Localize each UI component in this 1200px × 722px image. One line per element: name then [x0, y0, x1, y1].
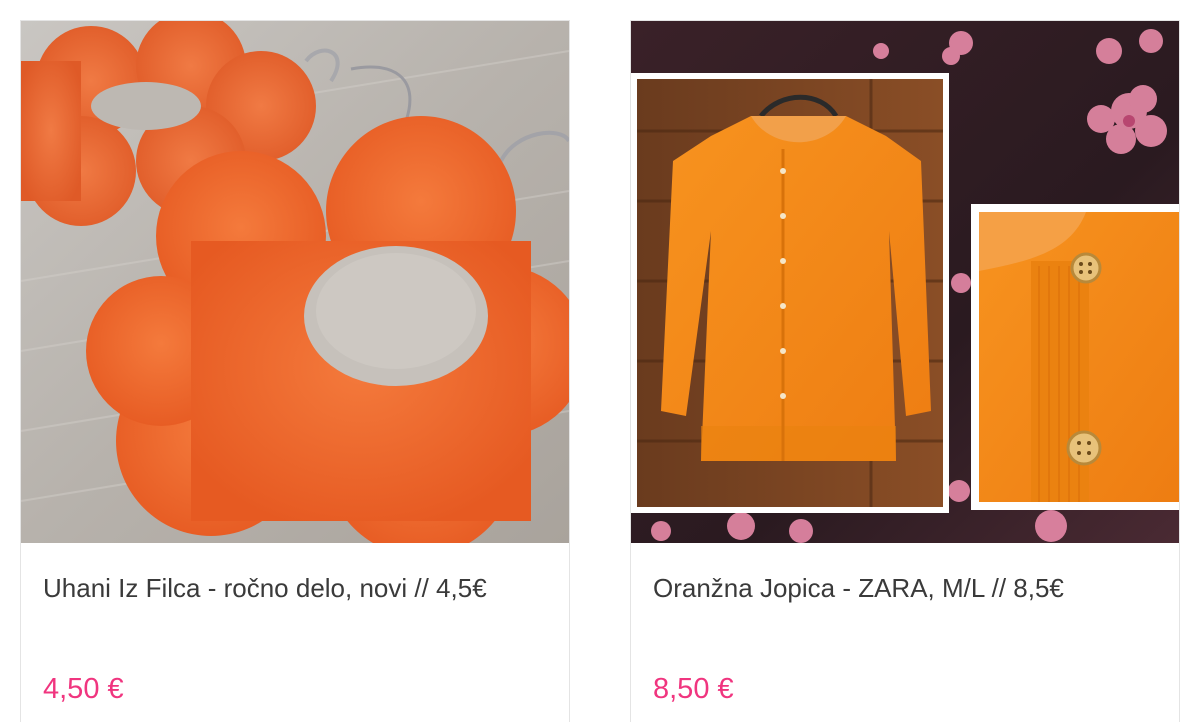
product-card[interactable]: Oranžna Jopica - ZARA, M/L // 8,5€ 8,50 …	[630, 20, 1180, 722]
product-title[interactable]: Oranžna Jopica - ZARA, M/L // 8,5€	[653, 569, 1153, 607]
orange-cardigan-photo	[631, 21, 1179, 543]
product-image-earrings[interactable]	[21, 21, 569, 543]
product-grid: Uhani Iz Filca - ročno delo, novi // 4,5…	[0, 0, 1200, 722]
product-title[interactable]: Uhani Iz Filca - ročno delo, novi // 4,5…	[43, 569, 543, 607]
felt-flower-earrings-photo	[21, 21, 569, 543]
product-price: 8,50 €	[653, 673, 734, 705]
product-image-cardigan[interactable]	[631, 21, 1179, 543]
product-price: 4,50 €	[43, 673, 124, 705]
product-card[interactable]: Uhani Iz Filca - ročno delo, novi // 4,5…	[20, 20, 570, 722]
